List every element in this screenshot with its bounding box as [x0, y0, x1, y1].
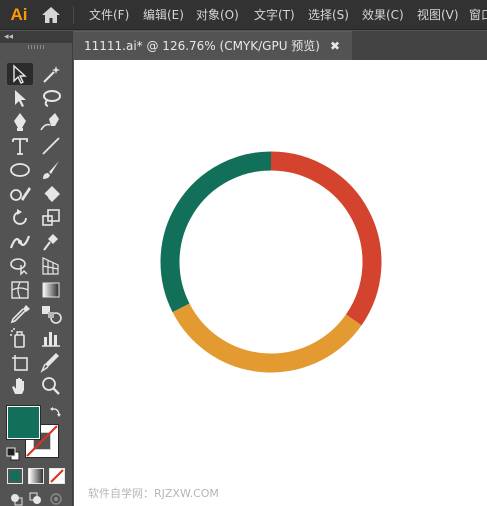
menu-type[interactable]: 文字(T) [254, 0, 295, 30]
column-graph-tool-icon[interactable] [38, 327, 64, 349]
shape-builder-tool-icon[interactable] [7, 255, 33, 277]
lasso-tool-icon[interactable] [38, 87, 64, 109]
close-icon[interactable]: ✖ [330, 32, 340, 60]
pen-tool-icon[interactable] [7, 111, 33, 133]
eraser-tool-icon[interactable] [38, 183, 64, 205]
menu-effect[interactable]: 效果(C) [362, 0, 404, 30]
menu-bar: Ai 文件(F) 编辑(E) 对象(O) 文字(T) 选择(S) 效果(C) 视… [0, 0, 487, 30]
direct-selection-tool-icon[interactable] [7, 87, 33, 109]
gradient-tool-icon[interactable] [38, 279, 64, 301]
default-fill-stroke-icon[interactable] [6, 446, 20, 461]
watermark-text: 软件自学网：RJZXW.COM [88, 487, 219, 500]
donut-ring[interactable] [156, 147, 386, 377]
draw-normal-icon[interactable] [9, 491, 23, 506]
scale-tool-icon[interactable] [38, 207, 64, 229]
menu-object[interactable]: 对象(O) [196, 0, 239, 30]
tools-panel-header: ◂◂ [0, 31, 73, 43]
slice-tool-icon[interactable] [38, 351, 64, 373]
gradient-mode-button[interactable] [28, 468, 44, 484]
artboard-tool-icon[interactable] [7, 351, 33, 373]
app-logo: Ai [10, 5, 28, 24]
perspective-grid-tool-icon[interactable] [38, 255, 64, 277]
shaper-tool-icon[interactable] [7, 183, 33, 205]
document-tab-title: 11111.ai* @ 126.76% (CMYK/GPU 预览) [84, 39, 320, 53]
selection-tool-icon[interactable] [7, 63, 33, 85]
menu-edit[interactable]: 编辑(E) [143, 0, 184, 30]
artboard-canvas[interactable]: 软件自学网：RJZXW.COM [74, 60, 487, 506]
magic-wand-tool-icon[interactable] [38, 63, 64, 85]
color-mode-button[interactable] [7, 468, 23, 484]
line-segment-tool-icon[interactable] [38, 135, 64, 157]
hand-tool-icon[interactable] [7, 375, 33, 397]
menu-window[interactable]: 窗口 [469, 0, 487, 30]
ring-segment-orange[interactable] [172, 303, 362, 373]
puppet-warp-tool-icon[interactable] [38, 231, 64, 253]
draw-inside-icon[interactable] [49, 491, 63, 505]
type-tool-icon[interactable] [7, 135, 33, 157]
menu-view[interactable]: 视图(V) [417, 0, 459, 30]
none-mode-button[interactable] [49, 468, 65, 484]
ellipse-tool-icon[interactable] [7, 159, 33, 181]
menu-separator [73, 6, 74, 24]
document-tab[interactable]: 11111.ai* @ 126.76% (CMYK/GPU 预览) ✖ [74, 31, 352, 60]
collapse-panel-icon[interactable]: ◂◂ [4, 31, 13, 43]
blend-tool-icon[interactable] [38, 303, 64, 325]
menu-select[interactable]: 选择(S) [308, 0, 349, 30]
fill-swatch[interactable] [6, 405, 41, 440]
swap-fill-stroke-icon[interactable] [49, 404, 63, 418]
color-mode-swatch [10, 471, 20, 481]
menu-file[interactable]: 文件(F) [89, 0, 129, 30]
ring-segment-red[interactable] [270, 151, 382, 326]
paintbrush-tool-icon[interactable] [38, 159, 64, 181]
draw-behind-icon[interactable] [29, 491, 43, 505]
panel-grip[interactable] [28, 45, 46, 49]
symbol-sprayer-tool-icon[interactable] [7, 327, 33, 349]
mesh-tool-icon[interactable] [7, 279, 33, 301]
home-icon[interactable] [41, 6, 61, 24]
document-tab-bar: 11111.ai* @ 126.76% (CMYK/GPU 预览) ✖ [74, 31, 487, 60]
rotate-tool-icon[interactable] [7, 207, 33, 229]
eyedropper-tool-icon[interactable] [7, 303, 33, 325]
ring-segment-green[interactable] [160, 151, 272, 313]
zoom-tool-icon[interactable] [38, 375, 64, 397]
curvature-tool-icon[interactable] [38, 111, 64, 133]
width-tool-icon[interactable] [7, 231, 33, 253]
